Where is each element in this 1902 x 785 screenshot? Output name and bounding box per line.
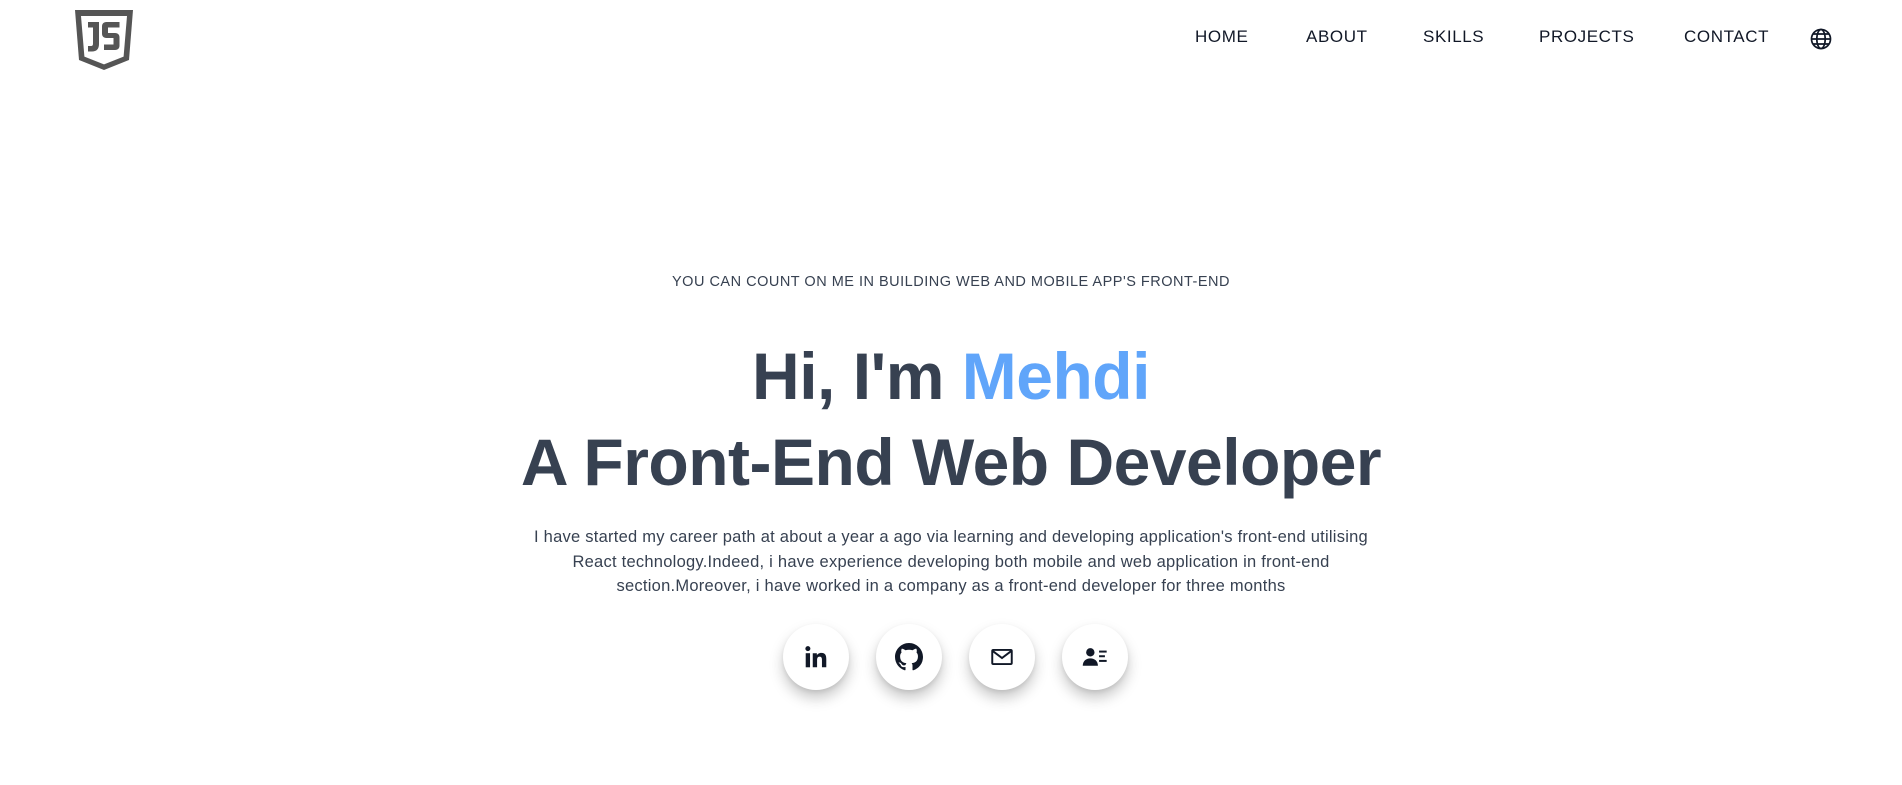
linkedin-icon [805, 646, 827, 668]
top-header: HOME ABOUT SKILLS PROJECTS CONTACT [0, 0, 1902, 78]
greeting-prefix: Hi, I'm [752, 339, 962, 413]
mail-icon [991, 648, 1013, 666]
hero-role: A Front-End Web Developer [520, 425, 1382, 499]
hero-greeting: Hi, I'm Mehdi [0, 338, 1902, 414]
nav-skills[interactable]: SKILLS [1423, 27, 1484, 47]
nav-about[interactable]: ABOUT [1306, 27, 1368, 47]
email-button[interactable] [969, 624, 1035, 690]
resume-button[interactable] [1062, 624, 1128, 690]
hero-section: YOU CAN COUNT ON ME IN BUILDING WEB AND … [0, 0, 1902, 785]
hero-eyebrow: YOU CAN COUNT ON ME IN BUILDING WEB AND … [672, 274, 1230, 290]
hero-name: Mehdi [961, 339, 1151, 413]
github-icon [895, 643, 923, 671]
resume-icon [1082, 648, 1107, 666]
portfolio-page: YOU CAN COUNT ON ME IN BUILDING WEB AND … [0, 0, 1902, 785]
github-button[interactable] [876, 624, 942, 690]
hero-description: I have started my career path at about a… [534, 528, 1368, 595]
nav-projects[interactable]: PROJECTS [1539, 27, 1634, 47]
globe-icon[interactable] [1809, 27, 1833, 51]
linkedin-button[interactable] [783, 624, 849, 690]
js-shield-logo-icon[interactable] [73, 8, 135, 72]
nav-home[interactable]: HOME [1195, 27, 1248, 47]
nav-contact[interactable]: CONTACT [1684, 27, 1769, 47]
